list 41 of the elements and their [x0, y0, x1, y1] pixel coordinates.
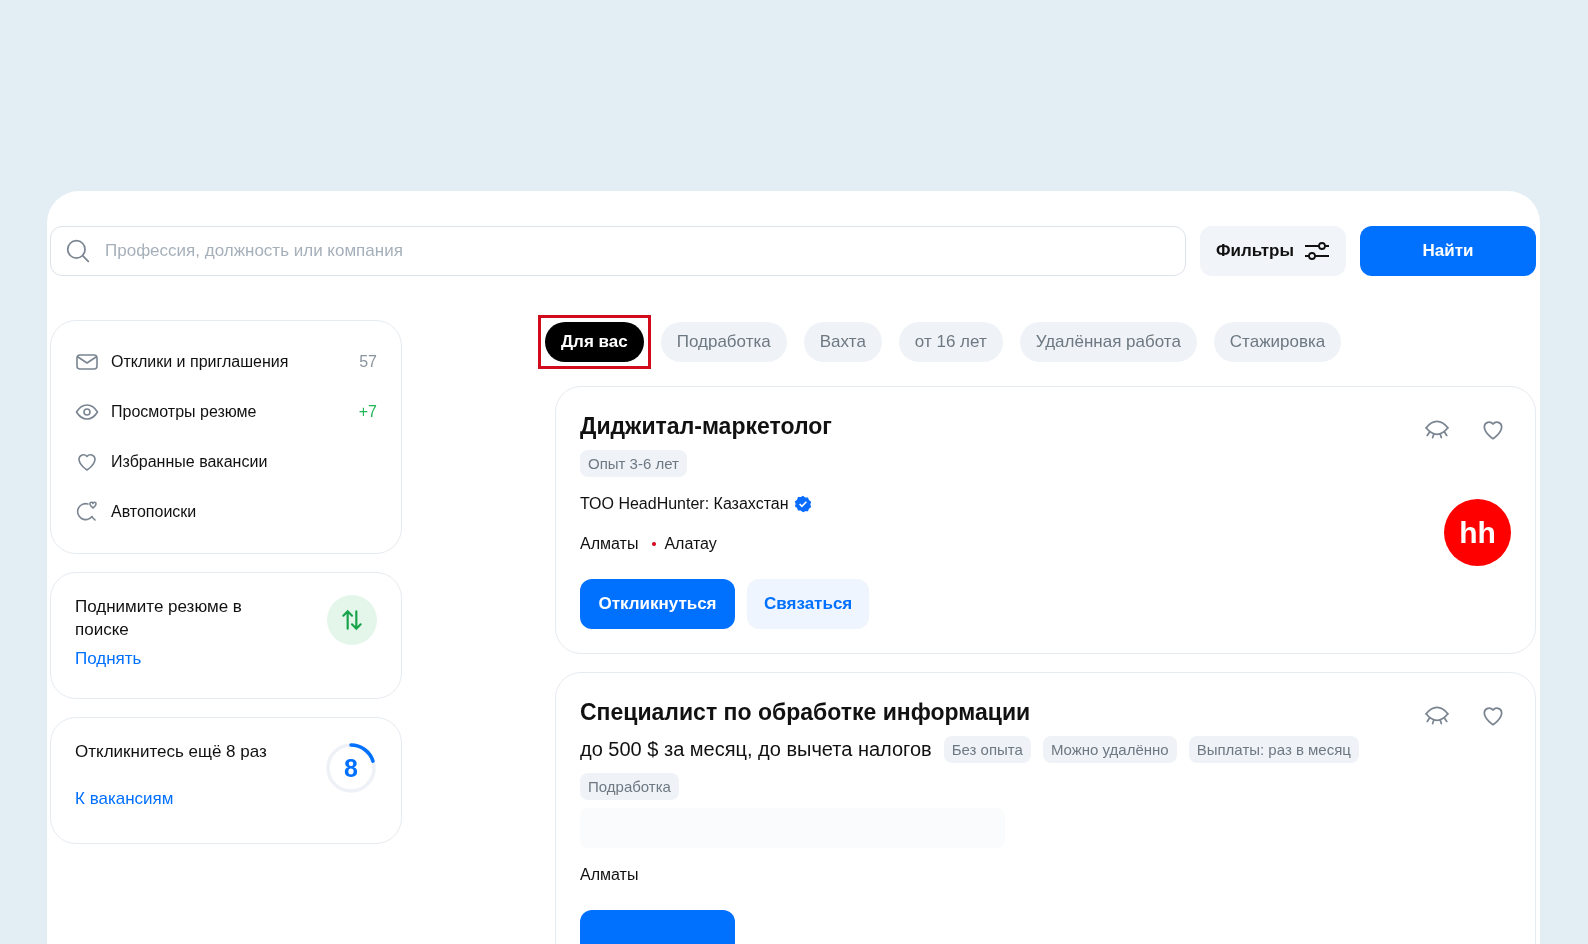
district-text: Алатау	[664, 535, 717, 553]
search-heart-icon	[75, 500, 99, 524]
filter-chip[interactable]: от 16 лет	[898, 322, 1003, 362]
location-text: Алматы	[580, 535, 639, 553]
arrows-updown-icon	[327, 595, 377, 645]
vacancy-tag: Можно удалённо	[1042, 736, 1177, 763]
filter-chip[interactable]: Удалённая работа	[1019, 322, 1197, 362]
location-text: Алматы	[580, 866, 639, 884]
menu-count: +7	[358, 403, 377, 421]
search-input[interactable]: Профессия, должность или компания	[103, 240, 1171, 262]
vacancy-title[interactable]: Специалист по обработке информации	[580, 699, 1511, 726]
menu-item[interactable]: Отклики и приглашения	[111, 353, 348, 371]
filter-chip[interactable]: Для вас	[545, 322, 644, 362]
filters-button[interactable]: Фильтры	[1200, 226, 1346, 276]
vacancy-tag: Выплаты: раз в месяц	[1188, 736, 1359, 763]
filter-chip[interactable]: Вахта	[803, 322, 882, 362]
promo-title: Поднимите резюме в поиске	[75, 596, 243, 641]
vacancy-tag: Подработка	[580, 773, 679, 800]
responses-title: Откликнитесь ещё 8 раз	[75, 741, 267, 763]
filter-chip[interactable]: Стажировка	[1213, 322, 1342, 362]
vacancy-title[interactable]: Диджитал-маркетолог	[580, 413, 1511, 440]
menu-item[interactable]: Автопоиски	[111, 503, 377, 521]
response-counter: 8	[344, 753, 358, 783]
sliders-icon	[1303, 240, 1330, 262]
salary-text: до 500 $ за месяц, до вычета налогов	[580, 738, 932, 761]
menu-count: 57	[359, 353, 377, 371]
find-button[interactable]: Найти	[1360, 226, 1536, 276]
menu-item[interactable]: Избранные вакансии	[111, 453, 377, 471]
search-field[interactable]: Профессия, должность или компания	[50, 226, 1186, 276]
progress-ring	[325, 742, 377, 794]
menu-item[interactable]: Просмотры резюме	[111, 403, 347, 421]
contact-button[interactable]: Связаться	[747, 579, 870, 629]
raise-link[interactable]: Поднять	[75, 649, 253, 669]
search-icon	[65, 238, 91, 264]
vacancy-tag: Без опыта	[943, 736, 1031, 763]
company-name[interactable]: ТОО HeadHunter: Казахстан	[580, 495, 789, 513]
vacancy-tag: Опыт 3-6 лет	[580, 450, 687, 477]
respond-button[interactable]: Откликнуться	[580, 579, 735, 629]
company-logo: hh	[1444, 499, 1511, 566]
vacancies-link[interactable]: К вакансиям	[75, 789, 267, 809]
filter-chip[interactable]: Подработка	[660, 322, 787, 362]
